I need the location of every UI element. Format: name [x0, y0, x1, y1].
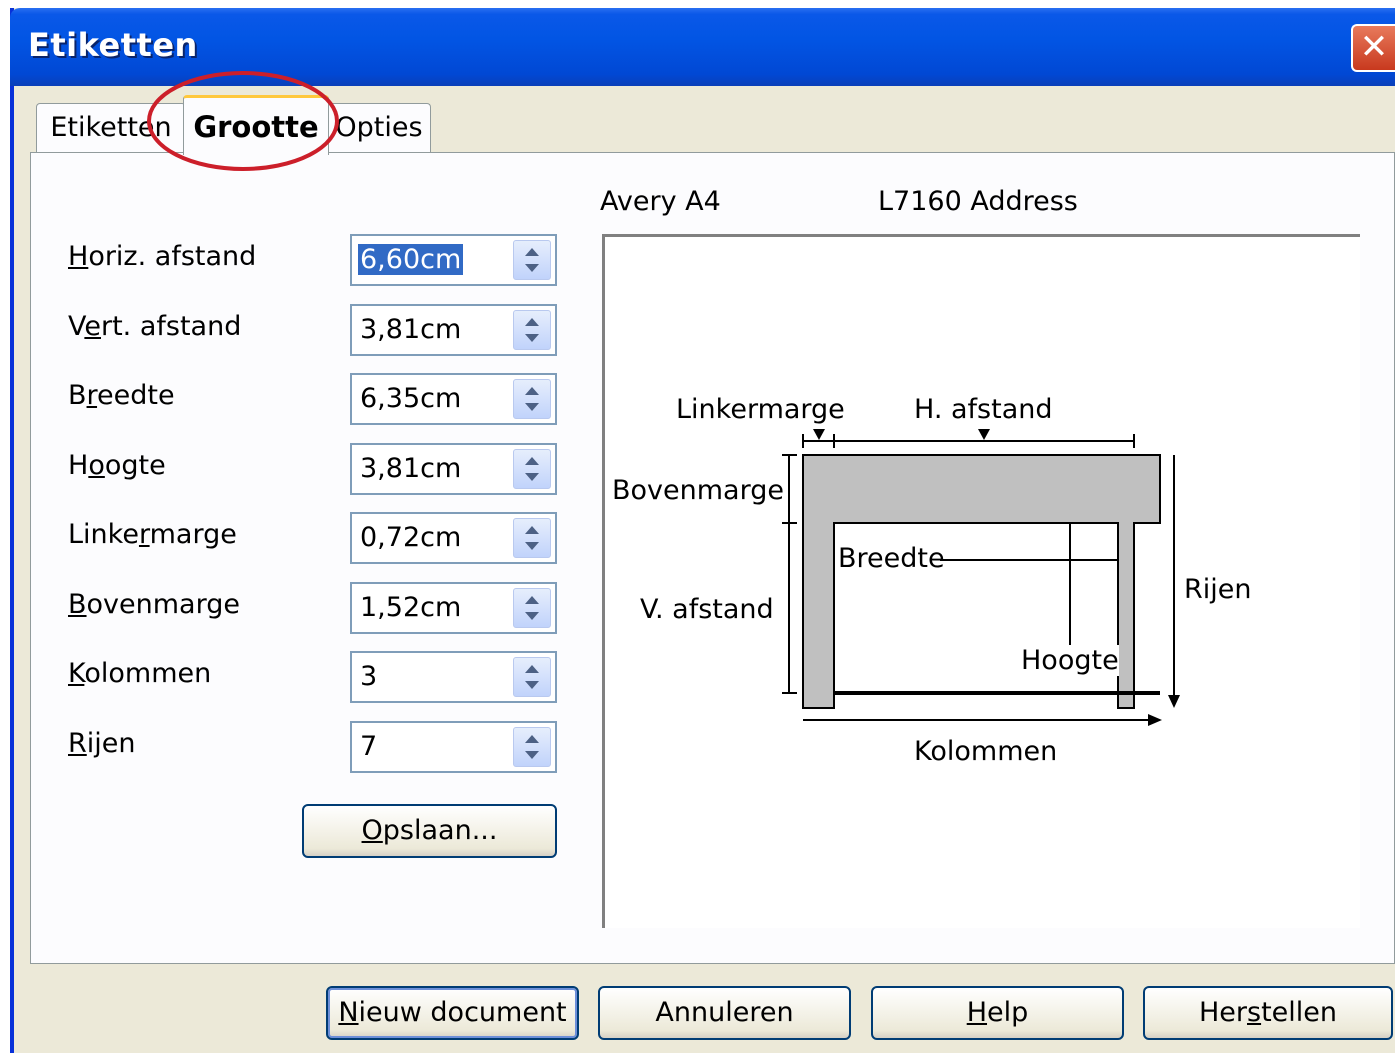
diagram-breedte: Breedte [838, 543, 945, 574]
diagram-linkermarge: Linkermarge [676, 394, 845, 425]
diagram-kolommen: Kolommen [914, 736, 1058, 767]
diagram-rijen: Rijen [1184, 574, 1252, 605]
diagram-bovenmarge: Bovenmarge [612, 475, 784, 506]
diagram-hoogte: Hoogte [1021, 645, 1119, 676]
diagram-v-afstand: V. afstand [640, 594, 774, 625]
label-diagram [782, 429, 1180, 726]
diagram-h-afstand: H. afstand [914, 394, 1053, 425]
